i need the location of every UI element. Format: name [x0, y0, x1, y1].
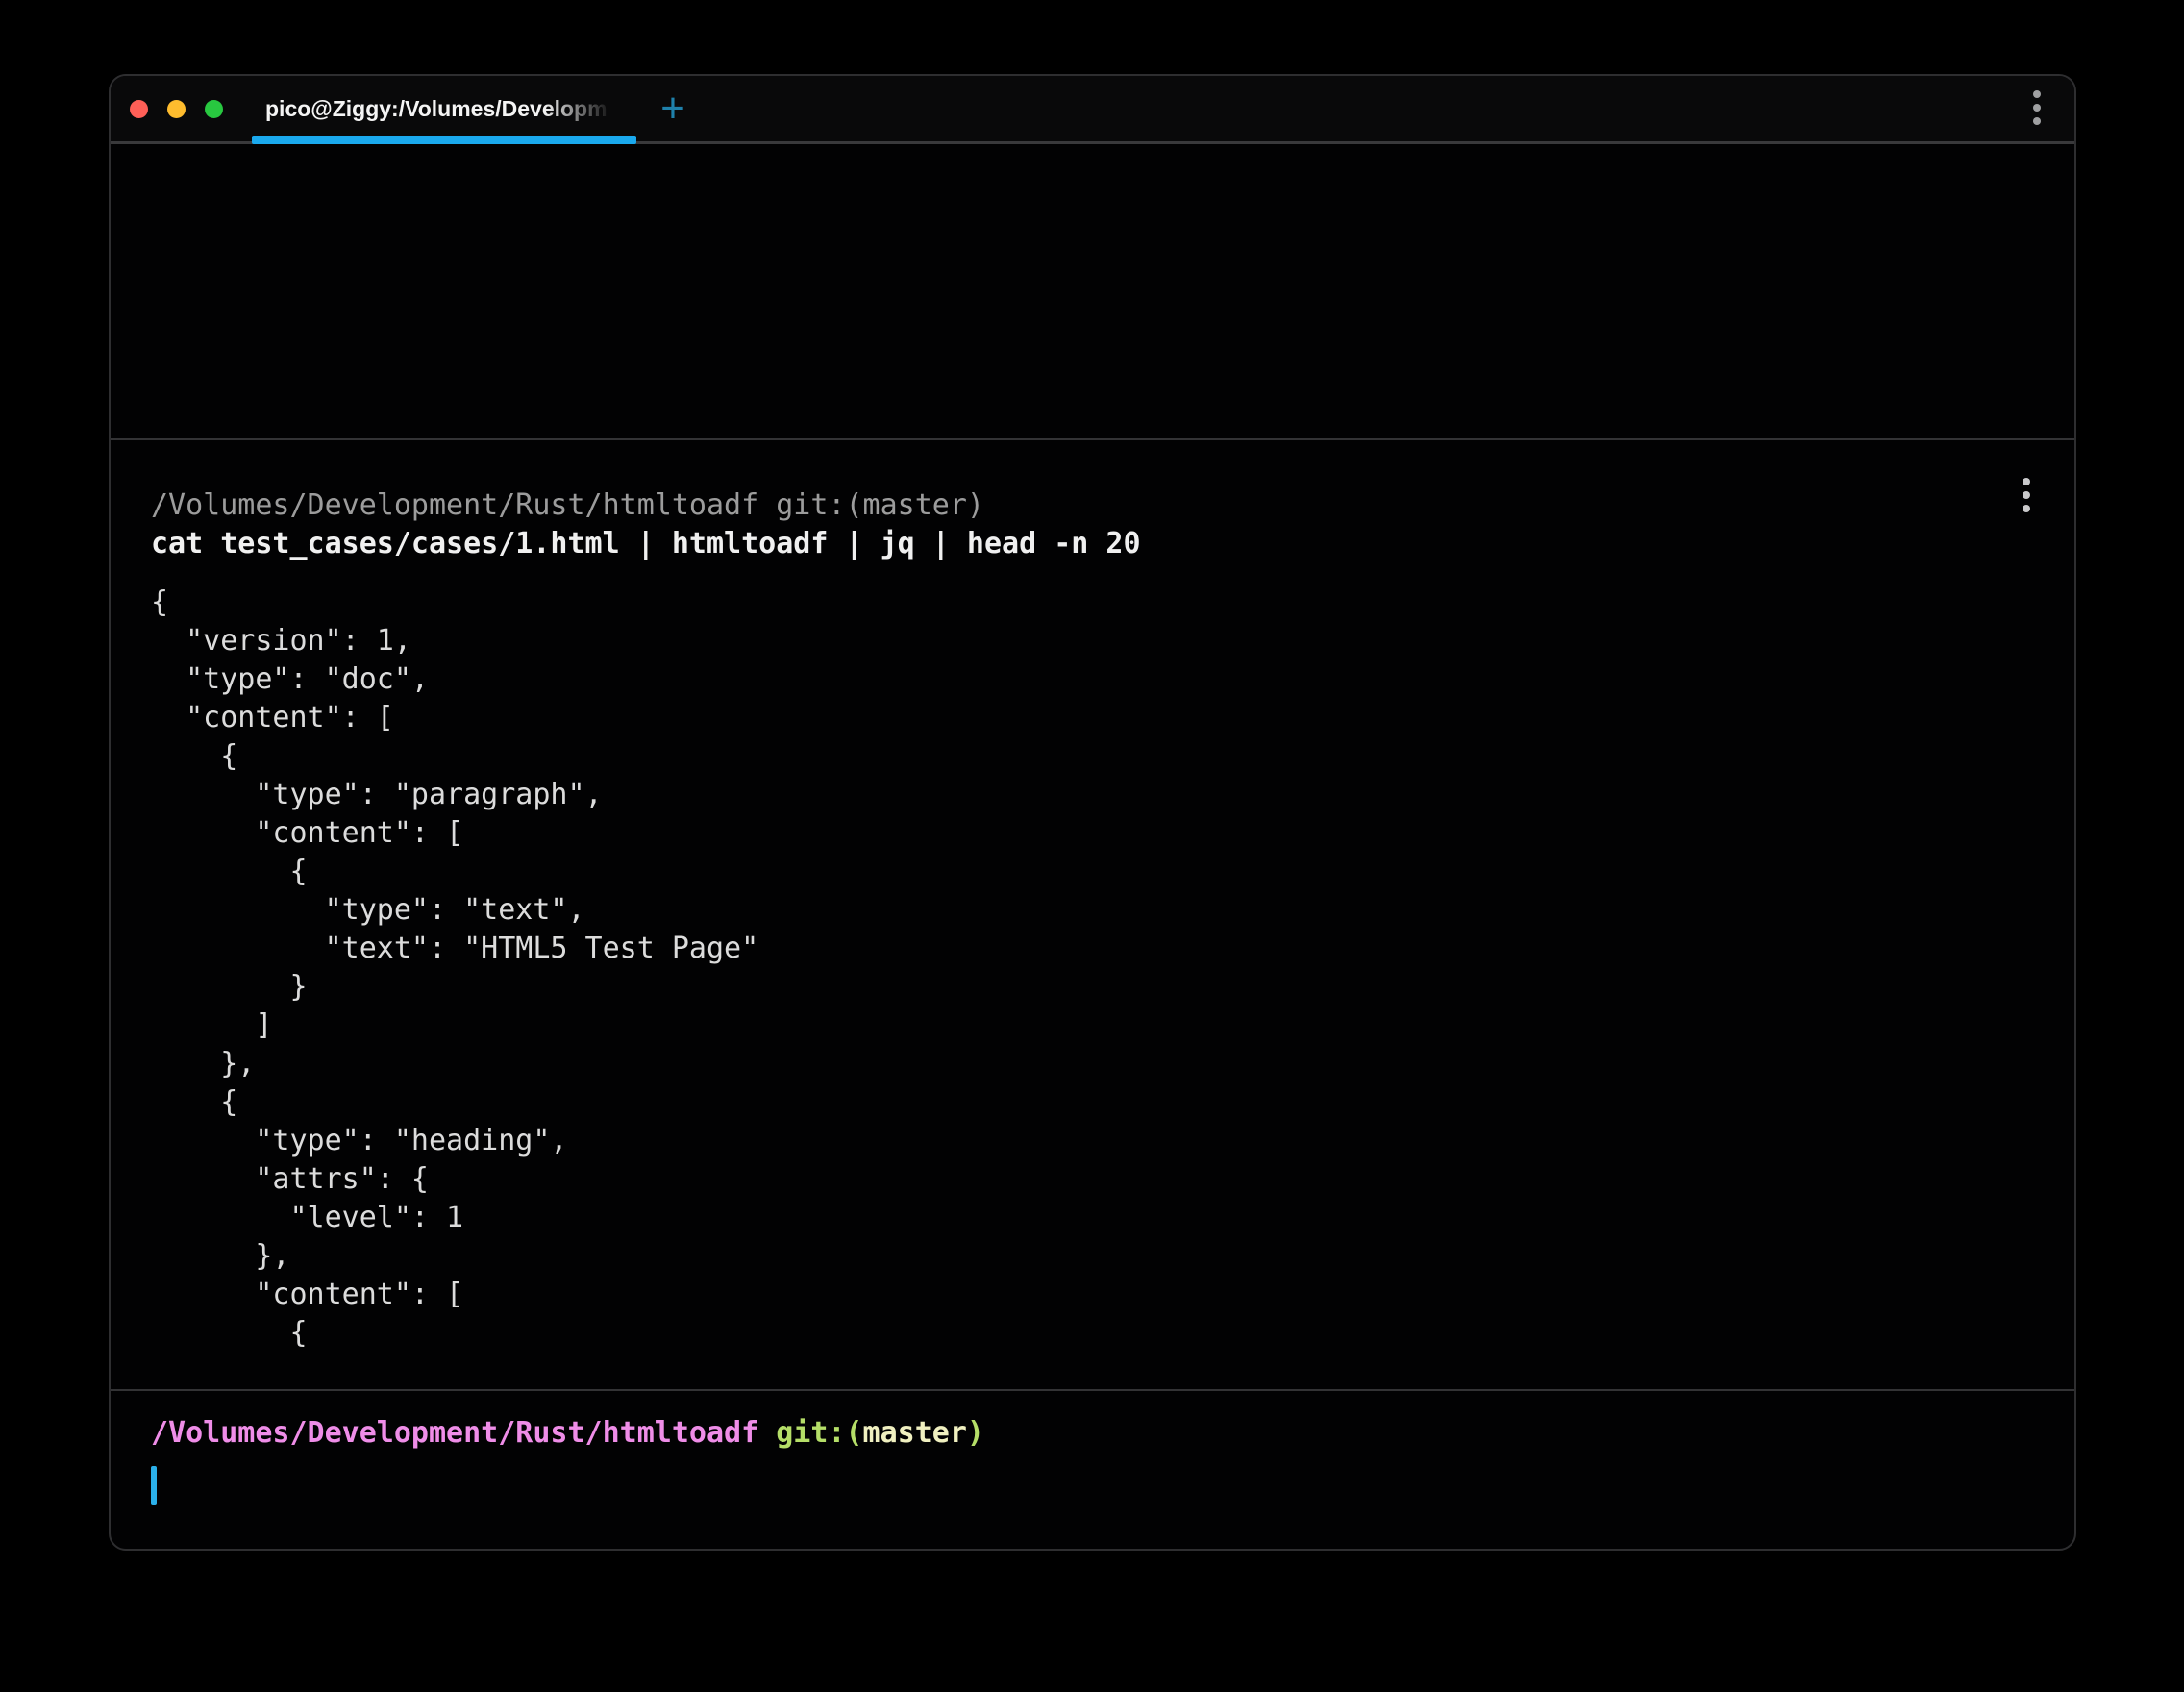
close-button[interactable]	[130, 100, 148, 118]
new-tab-button[interactable]: +	[643, 76, 703, 141]
tab-title: pico@Ziggy:/Volumes/Developm	[265, 76, 623, 141]
window-menu-icon[interactable]	[2031, 87, 2043, 128]
git-prefix: git:(	[758, 1416, 862, 1450]
zoom-button[interactable]	[205, 100, 223, 118]
git-branch: master	[863, 1416, 967, 1450]
previous-prompt-line: /Volumes/Development/Rust/htmltoadf git:…	[151, 486, 2074, 525]
minimize-button[interactable]	[167, 100, 186, 118]
json-output: { "version": 1, "type": "doc", "content"…	[151, 584, 2074, 1353]
active-tab-indicator	[252, 136, 636, 144]
git-suffix: )	[967, 1416, 984, 1450]
prompt-path: /Volumes/Development/Rust/htmltoadf	[151, 1416, 758, 1450]
terminal-input-block[interactable]: /Volumes/Development/Rust/htmltoadf git:…	[111, 1391, 2074, 1549]
shell-prompt: /Volumes/Development/Rust/htmltoadf git:…	[151, 1414, 2074, 1453]
command-output-block: /Volumes/Development/Rust/htmltoadf git:…	[111, 440, 2074, 1389]
tab-bar: pico@Ziggy:/Volumes/Developm +	[111, 76, 2074, 144]
block-menu-icon[interactable]	[2021, 475, 2032, 515]
window-controls	[130, 76, 223, 141]
tab-active[interactable]: pico@Ziggy:/Volumes/Developm	[252, 76, 636, 141]
terminal-cursor	[151, 1466, 157, 1505]
command-line: cat test_cases/cases/1.html | htmltoadf …	[151, 525, 2074, 563]
terminal-window: pico@Ziggy:/Volumes/Developm + /Volumes/…	[109, 74, 2076, 1551]
